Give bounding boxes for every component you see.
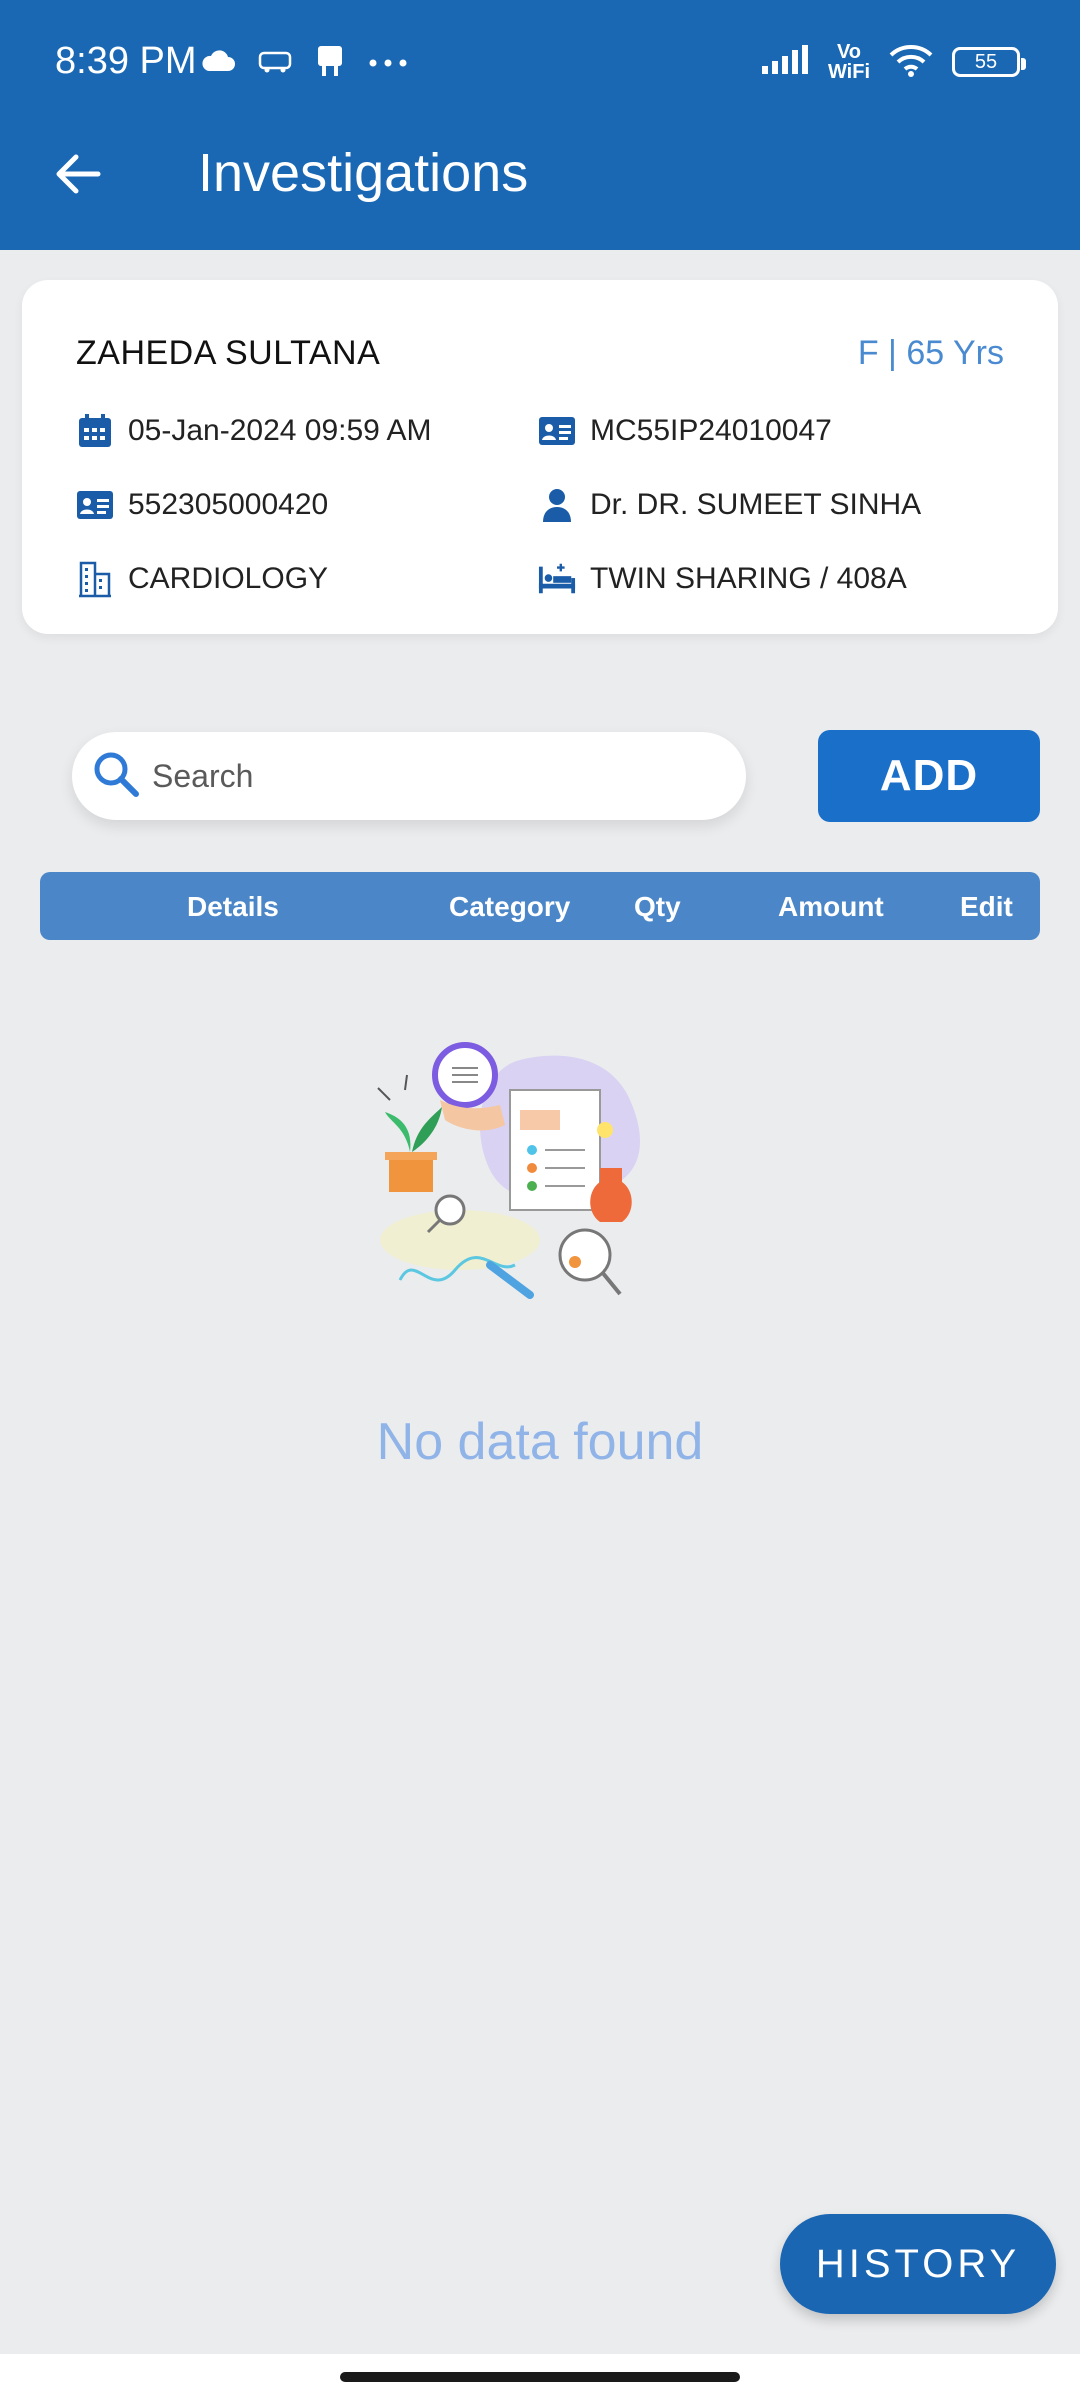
status-time: 8:39 PM [55,40,197,82]
status-icons-left [200,44,408,83]
signal-icon [760,44,810,81]
id-card-icon [538,412,576,450]
status-icons-right: Vo WiFi 55 [760,42,1026,82]
column-header-details: Details [187,891,279,922]
empty-state-illustration [370,1040,690,1320]
more-dots-icon [368,55,408,73]
wifi-icon [888,43,934,82]
column-header-edit: Edit [960,891,1013,922]
status-bar: 8:39 PM Vo WiFi 55 [0,0,1080,128]
page-title: Investigations [198,143,529,203]
home-indicator[interactable] [340,2372,740,2382]
search-input[interactable] [152,757,692,795]
bed-row: TWIN SHARING / 408A [538,560,907,598]
admission-datetime-row: 05-Jan-2024 09:59 AM [76,412,432,450]
user-icon [538,486,576,524]
vowifi-bottom-text: WiFi [827,61,870,83]
column-header-amount: Amount [778,891,884,922]
search-box [72,732,746,820]
department: CARDIOLOGY [128,562,329,595]
doctor-row: Dr. DR. SUMEET SINHA [538,486,921,524]
redbus-icon [258,49,292,78]
patient-sex-age: F | 65 Yrs [857,334,1004,372]
app-bar: 8:39 PM Vo WiFi 55 Investigations [0,0,1080,250]
add-button[interactable]: ADD [818,730,1040,822]
id-card-icon [76,486,114,524]
arrow-left-icon [56,154,101,194]
admission-datetime: 05-Jan-2024 09:59 AM [128,414,432,447]
cloud-icon [200,49,236,78]
history-button[interactable]: HISTORY [780,2214,1056,2314]
column-header-qty: Qty [634,891,681,922]
patient-name: ZAHEDA SULTANA [76,334,381,372]
ip-number: MC55IP24010047 [590,414,832,447]
search-icon [90,748,142,805]
vowifi-top-text: Vo [836,41,862,63]
battery-icon: 55 [952,47,1026,77]
table-header: Details Category Qty Amount Edit [40,872,1040,940]
department-row: CARDIOLOGY [76,560,328,598]
doctor-name: Dr. DR. SUMEET SINHA [590,488,922,521]
building-icon [76,560,114,598]
back-button[interactable] [46,144,110,204]
ip-number-row: MC55IP24010047 [538,412,832,450]
notification-app-icon [314,44,346,83]
empty-state-message: No data found [376,1413,704,1471]
bed-info: TWIN SHARING / 408A [590,562,907,595]
column-header-category: Category [449,891,571,922]
vowifi-icon: Vo WiFi [828,42,870,82]
calendar-icon [76,412,114,450]
uhid-row: 552305000420 [76,486,328,524]
patient-card: ZAHEDA SULTANA F | 65 Yrs 05-Jan-2024 09… [22,280,1058,634]
battery-level: 55 [974,50,998,73]
uhid: 552305000420 [128,488,329,521]
hospital-bed-icon [538,560,576,598]
